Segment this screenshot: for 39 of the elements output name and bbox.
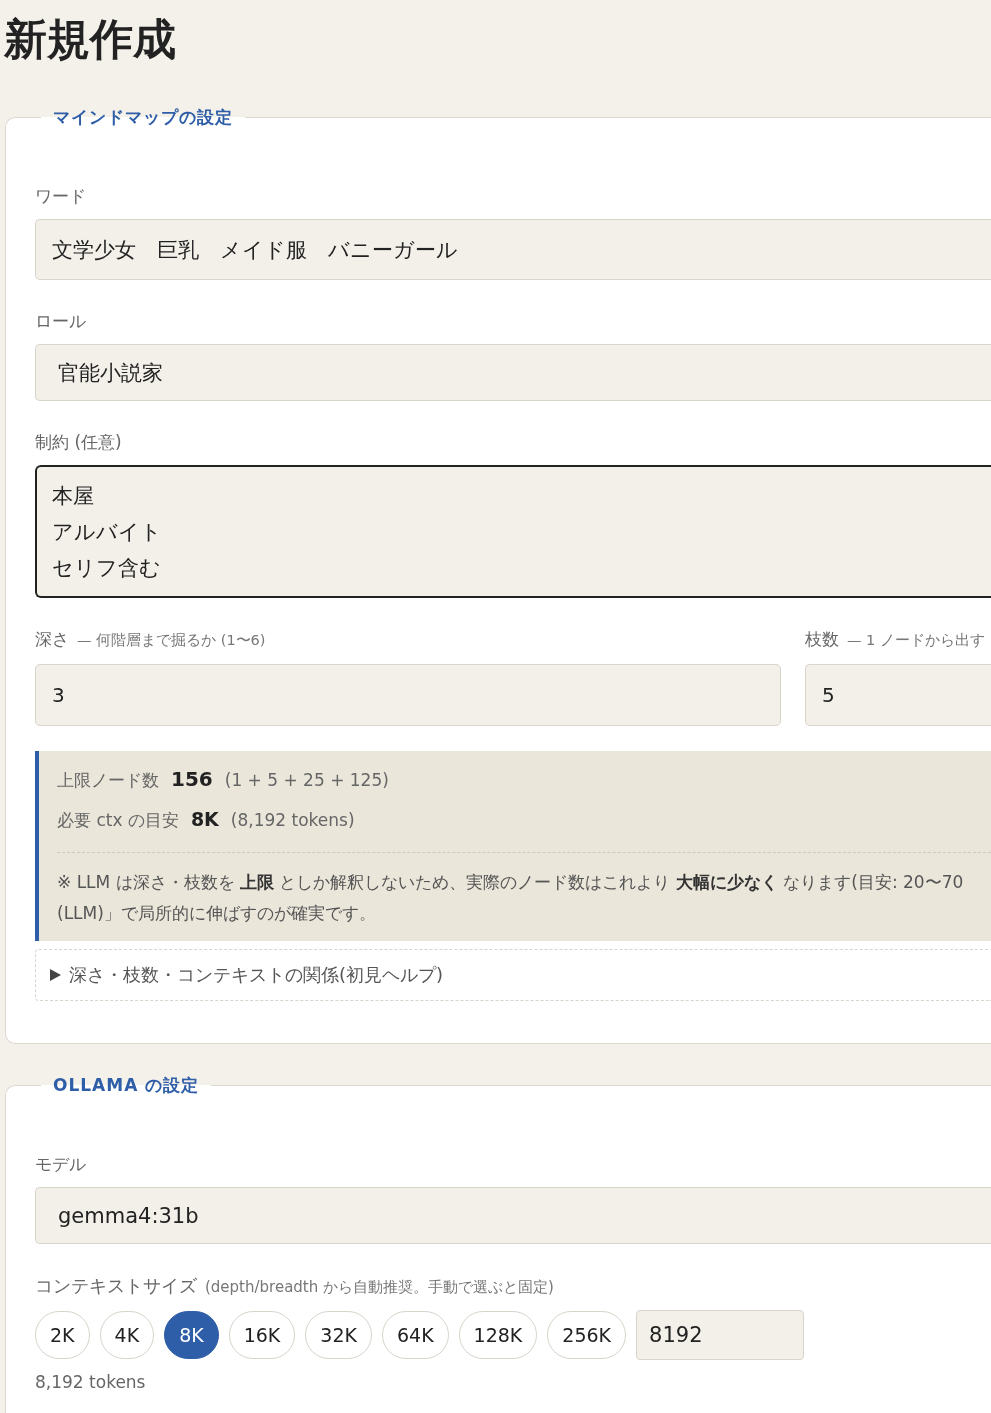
model-field[interactable]: gemma4:31b bbox=[35, 1187, 991, 1244]
context-size-chip[interactable]: 4K bbox=[99, 1311, 155, 1359]
context-size-chip[interactable]: 32K bbox=[305, 1311, 372, 1359]
page-title: 新規作成 bbox=[3, 13, 177, 66]
context-size-chip[interactable]: 16K bbox=[228, 1311, 296, 1359]
estimate-detail: (1 + 5 + 25 + 125) bbox=[224, 770, 389, 790]
section-legend: マインドマップの設定 bbox=[41, 106, 245, 129]
field-label: ロール bbox=[35, 310, 87, 332]
estimate-value: 156 bbox=[171, 767, 213, 791]
context-size-chip[interactable]: 128K bbox=[458, 1311, 538, 1359]
estimate-value: 8K bbox=[190, 808, 219, 830]
field-label: 深さ bbox=[35, 628, 69, 651]
breadth-field[interactable]: 5 bbox=[805, 664, 991, 726]
estimate-detail: (8,192 tokens) bbox=[230, 810, 355, 830]
context-size-chip[interactable]: 64K bbox=[381, 1311, 449, 1359]
estimate-label: 上限ノード数 bbox=[57, 769, 159, 792]
context-size-field[interactable]: 8192 bbox=[636, 1310, 805, 1360]
word-field[interactable]: 文学少女 巨乳 メイド服 バニーガール bbox=[35, 219, 991, 280]
field-label: モデル bbox=[35, 1153, 87, 1175]
field-label: ワード bbox=[35, 185, 87, 207]
field-hint: — 1 ノードから出す bbox=[847, 631, 985, 650]
field-label: 枝数 bbox=[805, 628, 839, 651]
field-label: 制約 (任意) bbox=[35, 431, 123, 453]
context-size-chip[interactable]: 256K bbox=[547, 1311, 627, 1359]
field-hint: — 何階層まで掘るか (1〜6) bbox=[77, 631, 266, 650]
role-field[interactable]: 官能小説家 bbox=[35, 344, 991, 401]
triangle-icon bbox=[50, 969, 61, 981]
depth-field[interactable]: 3 bbox=[35, 664, 781, 726]
constraints-field[interactable]: 本屋 アルバイト セリフ含む bbox=[35, 465, 991, 598]
section-legend: OLLAMA の設定 bbox=[41, 1074, 212, 1097]
field-label: コンテキストサイズ bbox=[35, 1274, 197, 1298]
context-size-chip[interactable]: 2K bbox=[35, 1311, 90, 1359]
token-count: 8,192 tokens bbox=[35, 1372, 147, 1392]
field-hint: (depth/breadth から自動推奨。手動で選ぶと固定) bbox=[205, 1278, 554, 1297]
help-disclosure[interactable]: 深さ・枝数・コンテキストの関係(初見ヘルプ) bbox=[35, 949, 991, 1001]
note-text: ※ LLM は深さ・枝数を 上限 としか解釈しないため、実際のノード数はこれより 大幅に少なく なります(目安: 20〜70 bbox=[57, 871, 965, 894]
context-size-chip[interactable]: 8K bbox=[164, 1311, 219, 1359]
estimate-label: 必要 ctx の目安 bbox=[57, 809, 179, 832]
note-text: (LLM)」で局所的に伸ばすのが確実です。 bbox=[57, 902, 377, 925]
